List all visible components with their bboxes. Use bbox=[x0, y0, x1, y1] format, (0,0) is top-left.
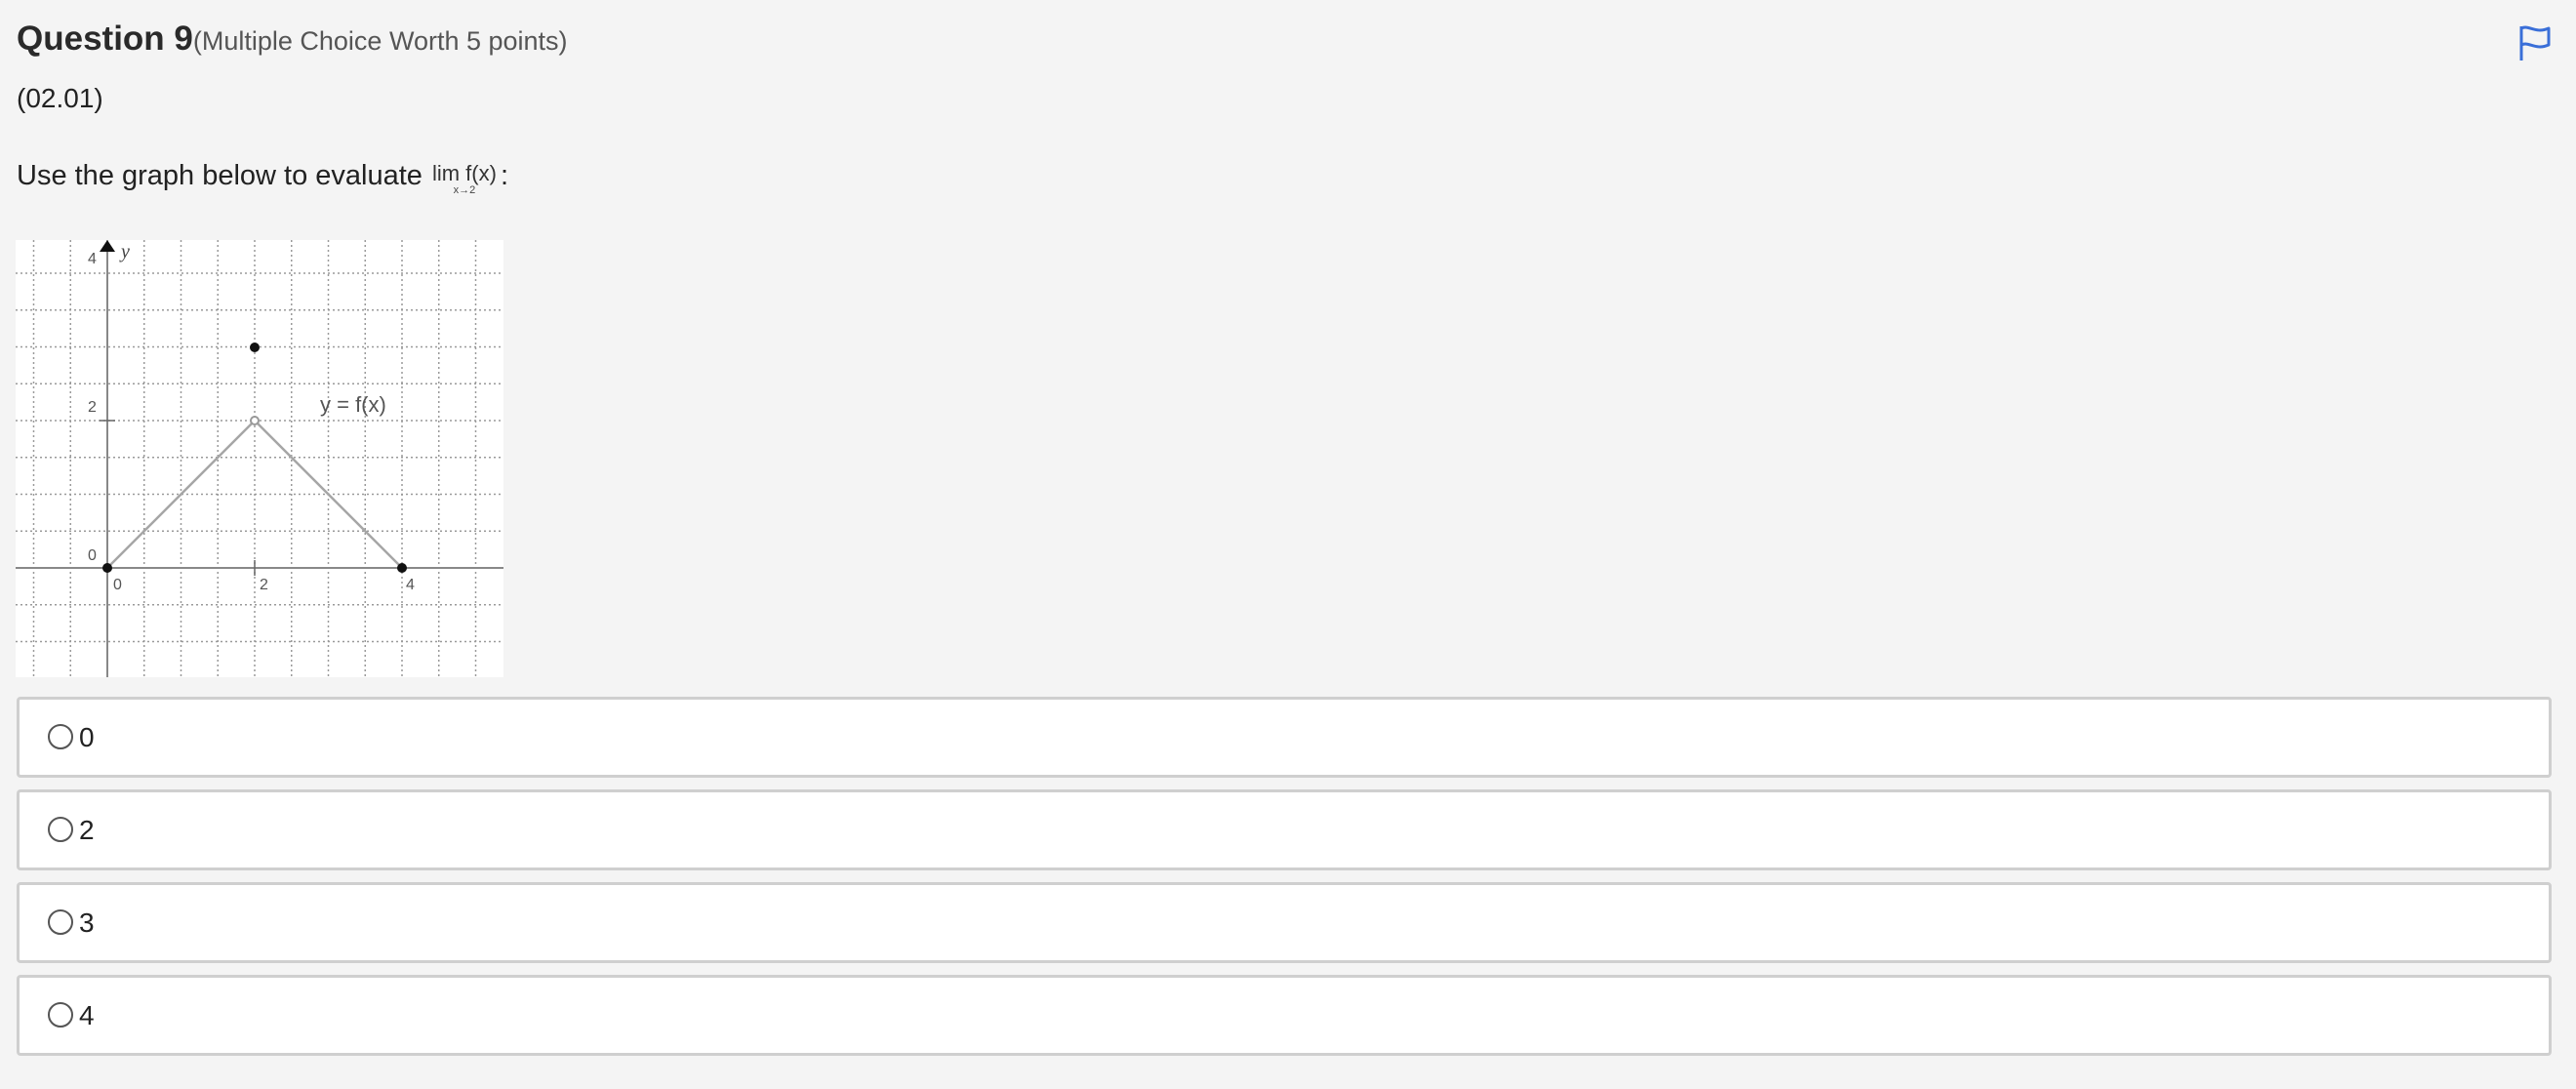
y-axis-label: y bbox=[119, 241, 130, 262]
question-meta: (Multiple Choice Worth 5 points) bbox=[192, 26, 568, 56]
question-code: (02.01) bbox=[17, 83, 103, 113]
question-title: Question 9 bbox=[17, 20, 193, 58]
radio-button[interactable] bbox=[48, 723, 73, 749]
limit-subscript: x→2 bbox=[453, 184, 476, 196]
prompt-end: : bbox=[500, 159, 508, 191]
choice-option[interactable]: 4 bbox=[17, 975, 2552, 1056]
radio-button[interactable] bbox=[48, 816, 73, 842]
limit-expression: lim f(x) x→2 bbox=[431, 161, 497, 197]
limit-expression-text: lim f(x) bbox=[431, 161, 497, 185]
choice-option[interactable]: 0 bbox=[17, 697, 2552, 778]
answer-choices: 0 2 3 4 bbox=[17, 697, 2554, 1068]
choice-label: 2 bbox=[79, 814, 95, 845]
open-point bbox=[250, 416, 260, 425]
choice-option[interactable]: 3 bbox=[17, 882, 2552, 963]
question-prompt: Use the graph below to evaluate lim f(x)… bbox=[17, 159, 508, 197]
filled-point-origin bbox=[102, 563, 112, 573]
filled-point-top bbox=[250, 343, 260, 352]
filled-point-x4 bbox=[397, 563, 407, 573]
prompt-text: Use the graph below to evaluate bbox=[17, 159, 423, 191]
choice-label: 3 bbox=[79, 907, 95, 938]
tick-label-x0: 0 bbox=[113, 577, 122, 593]
tick-label-x2: 2 bbox=[260, 577, 268, 593]
function-label: y = f(x) bbox=[320, 392, 386, 417]
choice-option[interactable]: 2 bbox=[17, 789, 2552, 870]
tick-label-y0: 0 bbox=[88, 547, 97, 564]
choice-label: 4 bbox=[79, 999, 95, 1030]
choice-label: 0 bbox=[79, 721, 95, 752]
question-header: Question 9 (Multiple Choice Worth 5 poin… bbox=[17, 20, 568, 59]
function-graph: y 4 2 0 0 2 4 y = f(x) bbox=[16, 240, 503, 677]
flag-icon[interactable] bbox=[2517, 23, 2553, 62]
tick-label-y2: 2 bbox=[88, 399, 97, 416]
tick-label-y4: 4 bbox=[88, 251, 97, 267]
tick-label-x4: 4 bbox=[406, 577, 415, 593]
radio-button[interactable] bbox=[48, 1001, 73, 1028]
radio-button[interactable] bbox=[48, 908, 73, 935]
